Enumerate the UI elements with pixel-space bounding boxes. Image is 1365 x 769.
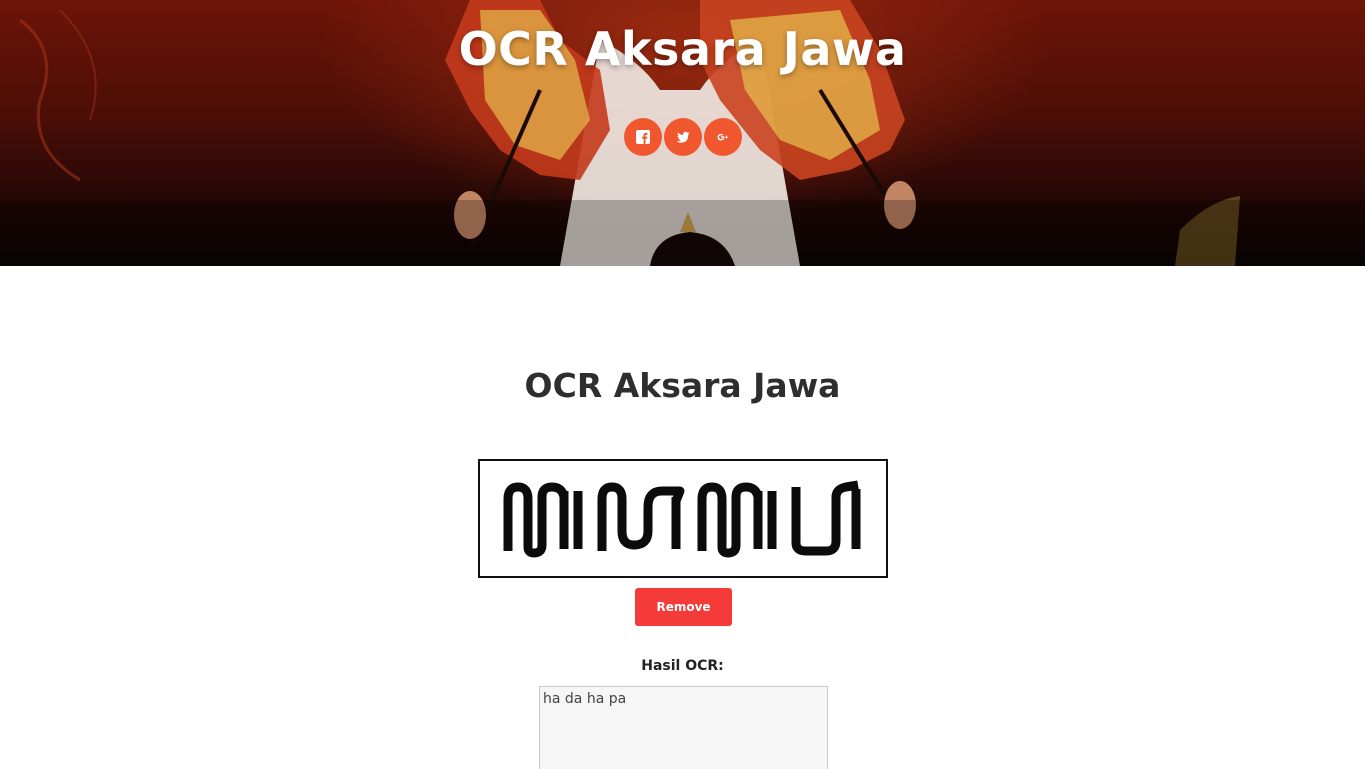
google-plus-button[interactable] bbox=[703, 118, 742, 156]
ocr-result-label: Hasil OCR: bbox=[641, 658, 724, 674]
hero-title: OCR Aksara Jawa bbox=[458, 22, 907, 76]
remove-button[interactable]: Remove bbox=[635, 588, 732, 626]
uploaded-image-preview bbox=[478, 459, 888, 578]
facebook-button[interactable] bbox=[623, 118, 662, 156]
javanese-script-image bbox=[503, 480, 861, 558]
facebook-icon bbox=[635, 130, 650, 144]
social-links bbox=[0, 118, 1365, 156]
hero-header: OCR Aksara Jawa bbox=[0, 0, 1365, 266]
ocr-result-textarea[interactable]: ha da ha pa bbox=[539, 686, 828, 769]
twitter-icon bbox=[676, 131, 689, 143]
google-plus-icon bbox=[717, 133, 728, 141]
twitter-button[interactable] bbox=[663, 118, 702, 156]
page-title: OCR Aksara Jawa bbox=[524, 366, 841, 405]
